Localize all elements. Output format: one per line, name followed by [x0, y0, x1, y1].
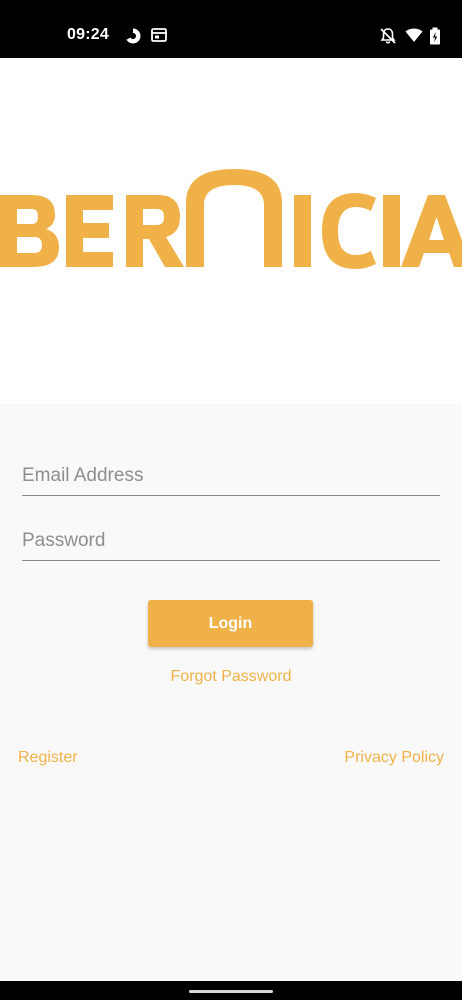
privacy-policy-link[interactable]: Privacy Policy: [344, 749, 444, 767]
notification-card-icon: [151, 27, 167, 45]
email-field[interactable]: [22, 462, 440, 496]
status-bar: 09:24: [0, 0, 462, 58]
forgot-password-link[interactable]: Forgot Password: [0, 668, 462, 686]
wifi-icon: [405, 27, 423, 45]
login-button[interactable]: Login: [148, 600, 313, 647]
battery-icon: [429, 27, 441, 45]
password-input[interactable]: [22, 527, 440, 560]
data-saver-icon: [124, 27, 142, 45]
navigation-bar: [0, 981, 462, 1000]
home-gesture-handle[interactable]: [189, 990, 273, 993]
bernicia-logo: [0, 165, 462, 275]
password-field[interactable]: [22, 527, 440, 561]
email-input[interactable]: [22, 462, 440, 495]
notifications-off-icon: [379, 27, 397, 45]
register-link[interactable]: Register: [18, 749, 78, 767]
status-time: 09:24: [67, 26, 109, 43]
